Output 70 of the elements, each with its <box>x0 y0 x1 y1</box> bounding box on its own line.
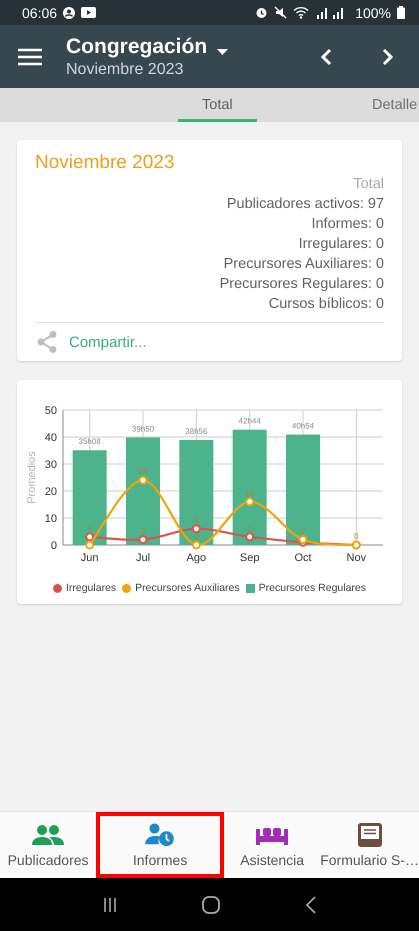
legend-label: Irregulares <box>66 582 116 594</box>
value-label: 16 <box>245 488 254 498</box>
value-label: 2 <box>140 526 146 536</box>
dropdown-caret-icon[interactable] <box>217 48 228 54</box>
value-label: 0 <box>354 532 359 541</box>
status-time: 06:06 <box>22 4 58 20</box>
y-axis-title: Promedios <box>26 451 38 504</box>
summary-line: Precursores Auxiliares: 0 <box>224 255 384 274</box>
value-label: 2 <box>300 526 306 536</box>
point <box>192 540 201 550</box>
y-tick-label: 50 <box>44 405 57 417</box>
point <box>138 535 148 544</box>
nav-item[interactable]: Informes <box>96 812 224 878</box>
value-label: 42h44 <box>238 416 261 426</box>
x-tick-label: Ago <box>186 552 206 564</box>
point <box>138 476 148 485</box>
y-tick-label: 20 <box>44 486 57 498</box>
summary-line: Informes: 0 <box>311 215 384 234</box>
previous-icon[interactable] <box>320 48 332 66</box>
battery-icon <box>397 6 405 19</box>
video-icon <box>81 7 96 18</box>
value-label: 39h50 <box>132 424 154 434</box>
summary-line: Irregulares: 0 <box>298 235 384 254</box>
point <box>298 535 308 544</box>
summary-line: Precursores Regulares: 0 <box>220 275 384 294</box>
point <box>85 540 94 550</box>
legend-label: Precursores Auxiliares <box>135 582 240 594</box>
value-label: 40h54 <box>292 422 314 431</box>
x-tick-label: Oct <box>294 552 312 564</box>
value-label: 3 <box>87 524 92 533</box>
wifi-icon <box>293 6 310 19</box>
x-tick-label: Nov <box>346 552 366 564</box>
y-tick-label: 0 <box>50 540 57 552</box>
menu-icon[interactable] <box>18 48 42 66</box>
tab[interactable]: Detalle <box>368 88 419 122</box>
mute-icon <box>274 6 288 19</box>
value-label: 35h08 <box>78 437 101 446</box>
card-title: Noviembre 2023 <box>35 152 176 174</box>
point <box>245 532 254 542</box>
tab[interactable]: Total <box>178 88 257 122</box>
summary-line: Cursos bíblicos: 0 <box>268 295 384 314</box>
legend-label: Precursores Regulares <box>258 582 366 594</box>
y-tick-label: 30 <box>44 459 57 471</box>
value-label: 24 <box>138 467 148 476</box>
nav-item[interactable]: Formulario S-… <box>320 812 419 878</box>
point <box>245 497 254 506</box>
back-icon[interactable] <box>304 896 317 914</box>
nav-item[interactable]: Asistencia <box>224 812 320 878</box>
account-icon <box>63 6 76 18</box>
y-tick-label: 10 <box>44 513 57 525</box>
point <box>192 524 201 534</box>
x-tick-label: Jun <box>80 552 99 564</box>
x-tick-label: Jul <box>136 552 150 564</box>
summary-line: Publicadores activos: 97 <box>226 195 384 214</box>
value-label: 3 <box>247 524 252 533</box>
value-label: 6 <box>194 516 199 525</box>
recents-icon[interactable] <box>102 896 118 912</box>
congregation-title[interactable]: Congregación <box>66 34 208 58</box>
value-label: 0 <box>194 532 199 541</box>
alarm-icon <box>255 6 268 19</box>
next-icon[interactable] <box>382 48 394 66</box>
y-tick-label: 40 <box>44 432 57 444</box>
home-icon[interactable] <box>202 896 220 914</box>
month-subtitle: Noviembre 2023 <box>66 60 184 78</box>
x-tick-label: Sep <box>240 552 260 564</box>
battery-percent: 100% <box>355 4 391 20</box>
point <box>85 532 94 542</box>
value-label: 38h56 <box>185 426 208 436</box>
nav-item[interactable]: Publicadores <box>0 812 96 878</box>
column-heading: Total <box>353 175 384 194</box>
